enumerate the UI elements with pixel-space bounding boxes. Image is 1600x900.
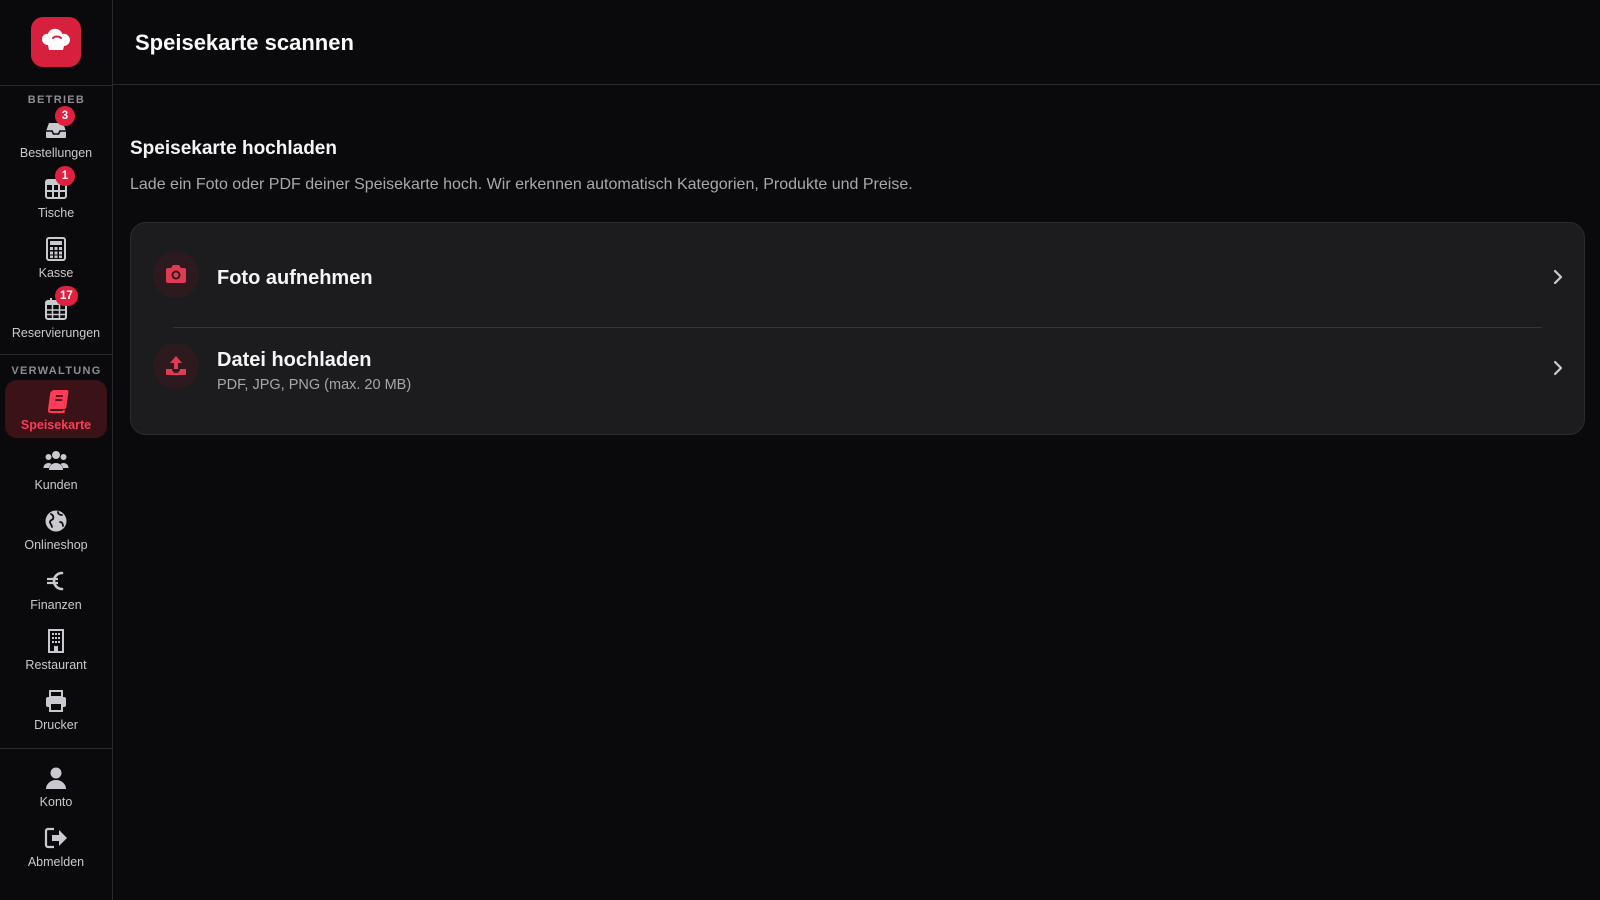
take-photo-title: Foto aufnehmen (217, 267, 373, 289)
sidebar-item-label: Kasse (38, 266, 74, 280)
page-title: Speisekarte scannen (135, 30, 354, 55)
users-icon (43, 451, 69, 470)
sidebar-item-restaurant[interactable]: Restaurant (5, 620, 107, 678)
sidebar-item-speisekarte[interactable]: Speisekarte (5, 380, 107, 438)
notification-badge: 17 (55, 286, 78, 306)
section-label-verwaltung: VERWALTUNG (11, 365, 102, 377)
chevron-right-icon (1553, 360, 1563, 376)
section-title: Speisekarte hochladen (130, 138, 337, 159)
section-label-betrieb: BETRIEB (27, 94, 86, 106)
sidebar-item-label: Restaurant (25, 658, 87, 672)
euro-icon (47, 571, 64, 591)
page-header: Speisekarte scannen (113, 0, 1600, 85)
sidebar-item-kunden[interactable]: Kunden (5, 440, 107, 498)
logout-icon (44, 827, 67, 849)
sidebar-item-kasse[interactable]: Kasse (5, 228, 107, 286)
camera-icon (166, 265, 186, 283)
upload-file-icon-wrapper (153, 343, 199, 389)
upload-file-formats: PDF, JPG, PNG (max. 20 MB) (217, 377, 412, 393)
sidebar-item-tische[interactable]: 1 Tische (5, 166, 107, 226)
sidebar-item-drucker[interactable]: Drucker (5, 680, 107, 738)
sidebar-item-bestellungen[interactable]: 3 Bestellungen (5, 106, 107, 166)
sidebar-item-konto[interactable]: Konto (5, 757, 107, 815)
printer-icon (46, 690, 66, 712)
sidebar-divider (0, 85, 113, 86)
sidebar-item-label: Reservierungen (11, 326, 101, 340)
sidebar-item-reservierungen[interactable]: 17 Reservierungen (5, 286, 107, 346)
section-description: Lade ein Foto oder PDF deiner Speisekart… (130, 176, 913, 193)
sidebar-item-abmelden[interactable]: Abmelden (5, 817, 107, 875)
sidebar-item-onlineshop[interactable]: Onlineshop (5, 500, 107, 558)
sidebar-divider (0, 748, 113, 749)
calculator-icon (46, 237, 66, 261)
sidebar-item-label: Drucker (34, 718, 78, 732)
upload-options-card: Foto aufnehmen Datei hochladen PDF, JPG,… (130, 222, 1585, 435)
sidebar-item-label: Abmelden (27, 855, 85, 869)
building-icon (48, 629, 64, 653)
sidebar-item-label: Bestellungen (19, 146, 93, 160)
take-photo-option[interactable]: Foto aufnehmen (131, 223, 1584, 327)
sidebar-item-finanzen[interactable]: Finanzen (5, 560, 107, 618)
upload-section: Speisekarte hochladen Lade ein Foto oder… (130, 138, 1585, 194)
sidebar-item-label: Kunden (34, 478, 78, 492)
app-logo[interactable] (31, 17, 81, 67)
globe-icon (45, 510, 67, 532)
sidebar-item-label: Finanzen (30, 598, 82, 612)
sidebar-divider (0, 354, 113, 355)
sidebar: BETRIEB 3 Bestellungen 1 Tische Kasse 17… (0, 0, 113, 900)
sidebar-item-label: Konto (39, 795, 73, 809)
upload-file-title: Datei hochladen (217, 349, 372, 371)
sidebar-item-label: Tische (37, 206, 75, 220)
notification-badge: 3 (55, 106, 75, 126)
chef-hat-icon (42, 28, 70, 50)
upload-icon (166, 356, 186, 375)
chevron-right-icon (1553, 269, 1563, 285)
sidebar-item-label: Onlineshop (24, 538, 88, 552)
upload-file-option[interactable]: Datei hochladen PDF, JPG, PNG (max. 20 M… (131, 328, 1584, 436)
sidebar-item-label: Speisekarte (20, 418, 92, 432)
menu-book-icon (47, 390, 69, 413)
take-photo-icon-wrapper (153, 252, 199, 298)
notification-badge: 1 (55, 166, 75, 186)
user-icon (46, 767, 66, 789)
